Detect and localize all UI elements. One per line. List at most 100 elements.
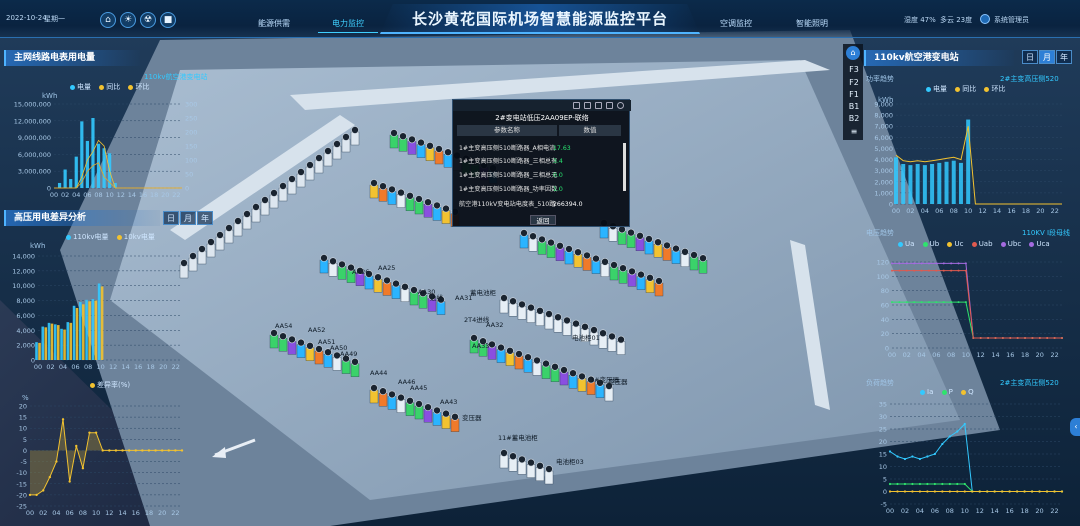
cabinet-gauge — [565, 245, 573, 253]
y-tick-label: 10,000 — [12, 282, 35, 290]
y-tick-label: 7,000 — [874, 123, 893, 131]
data-point — [950, 301, 953, 304]
legend-dot-p — [941, 389, 947, 395]
home-icon[interactable]: ⌂ — [100, 12, 116, 28]
data-point — [933, 452, 936, 456]
scene-label: 变压器 — [608, 377, 628, 386]
cabinet-gauge — [608, 332, 616, 341]
cabinet-gauge — [583, 251, 591, 260]
cabinet — [598, 335, 608, 349]
cabinet-gauge — [488, 340, 496, 349]
cabinet-gauge — [388, 390, 396, 399]
legend-uc: Uc — [954, 240, 964, 248]
popup-eye-icon[interactable] — [606, 102, 613, 109]
dashboard-root: AA31 AA30 AA25 AA26 AA54 AA52 AA51 AA50 AA49 AA44… — [0, 0, 1080, 526]
user-avatar[interactable] — [980, 14, 990, 24]
legend-ua: Ua — [905, 240, 915, 248]
data-point — [891, 269, 893, 272]
floor-b1[interactable]: B1 — [846, 101, 862, 112]
data-point — [896, 482, 899, 486]
seg-day[interactable]: 日 — [1022, 50, 1038, 64]
bar — [958, 162, 963, 204]
cabinet-gauge — [225, 224, 233, 232]
hv-diff-segments: 日 月 年 — [163, 211, 213, 225]
seg-year[interactable]: 年 — [1056, 50, 1072, 64]
popup-row: 1#主变高压侧510断路器_三相总有 3.4 — [459, 156, 619, 168]
y-tick-label: 30 — [879, 413, 887, 421]
popup-scrollbar[interactable] — [623, 143, 626, 191]
cabinet — [436, 301, 446, 315]
y-tick-label: 4,000 — [16, 327, 35, 335]
x-tick-label: 00 — [26, 509, 34, 517]
y-tick-label: 12,000 — [12, 267, 35, 275]
cabinet — [350, 363, 360, 377]
tab-smart-lighting[interactable]: 智能照明 — [782, 15, 842, 33]
data-point — [903, 482, 907, 486]
cabinet — [405, 197, 415, 212]
building-icon[interactable]: ⌂ — [846, 46, 860, 60]
legend-3: 环比 — [135, 83, 150, 91]
camera-icon[interactable]: ■ — [160, 12, 176, 28]
cabinet — [508, 458, 518, 472]
y-tick-label: 15,000,000 — [14, 101, 51, 109]
tab-power-monitor[interactable]: 电力监控 — [318, 15, 378, 33]
cabinet-gauge — [408, 135, 416, 144]
x-tick-label: 18 — [1022, 207, 1030, 215]
scene-label: AA26 — [352, 268, 369, 276]
seg-year[interactable]: 年 — [197, 211, 213, 225]
bar — [91, 299, 95, 360]
tab-hvac-monitor[interactable]: 空调监控 — [706, 15, 766, 33]
cabinet — [434, 150, 444, 165]
data-point — [971, 490, 974, 493]
side-collapse-tab[interactable]: ‹ — [1070, 418, 1080, 436]
bar — [38, 342, 41, 360]
popup-row-value: 17.63 — [553, 145, 571, 152]
cabinet-gauge — [388, 185, 396, 194]
data-point — [905, 301, 908, 304]
popup-pin-icon[interactable] — [595, 102, 602, 109]
seg-month[interactable]: 月 — [1039, 50, 1055, 64]
data-point — [68, 480, 71, 483]
data-point — [1024, 336, 1027, 339]
floor-b2[interactable]: B2 — [846, 113, 862, 124]
seg-day[interactable]: 日 — [163, 211, 179, 225]
y-tick-label: -5 — [21, 458, 27, 466]
cabinet — [519, 234, 529, 249]
popup-back-button[interactable]: 返回 — [530, 215, 556, 225]
cabinet — [369, 389, 379, 404]
tab-energy-supply[interactable]: 能源供需 — [244, 15, 304, 33]
y-tick-label: 100 — [877, 273, 889, 281]
cabinet — [441, 415, 451, 429]
y2-tick-label: 50 — [185, 171, 193, 179]
cabinet-gauge — [536, 306, 544, 315]
x-tick-label: 18 — [147, 363, 155, 371]
popup-col-name: 参数名称 — [457, 125, 557, 136]
popup-close-icon[interactable] — [617, 102, 624, 109]
popup-expand-icon[interactable] — [584, 102, 591, 109]
data-point — [911, 482, 914, 486]
x-tick-label: 02 — [61, 191, 69, 199]
data-point — [913, 262, 916, 265]
cabinet — [341, 138, 351, 153]
energy-icon[interactable]: ☀ — [120, 12, 136, 28]
data-point — [913, 269, 916, 272]
legend-dot-1 — [70, 84, 75, 90]
legend-dot-1 — [926, 86, 931, 92]
x-tick-label: 06 — [931, 507, 939, 515]
user-name[interactable]: 系统管理员 — [994, 15, 1029, 25]
x-tick-label: 02 — [906, 207, 914, 215]
cabinet-gauge — [663, 241, 671, 250]
cabinet — [526, 309, 536, 323]
hazard-icon[interactable]: ☢ — [140, 12, 156, 28]
popup-row-name: 1#主变高压侧510断路器_三相总有 — [459, 158, 558, 165]
seg-month[interactable]: 月 — [180, 211, 196, 225]
floor-f2[interactable]: F2 — [846, 77, 862, 88]
cabinet — [215, 236, 225, 251]
x-tick-label: 10 — [961, 507, 969, 515]
floor-f3[interactable]: F3 — [846, 64, 862, 75]
popup-link-icon[interactable] — [573, 102, 580, 109]
floor-f1[interactable]: F1 — [846, 89, 862, 100]
x-tick-label: 16 — [1006, 507, 1014, 515]
data-point — [987, 336, 990, 339]
layers-icon[interactable]: ≡ — [846, 126, 862, 137]
